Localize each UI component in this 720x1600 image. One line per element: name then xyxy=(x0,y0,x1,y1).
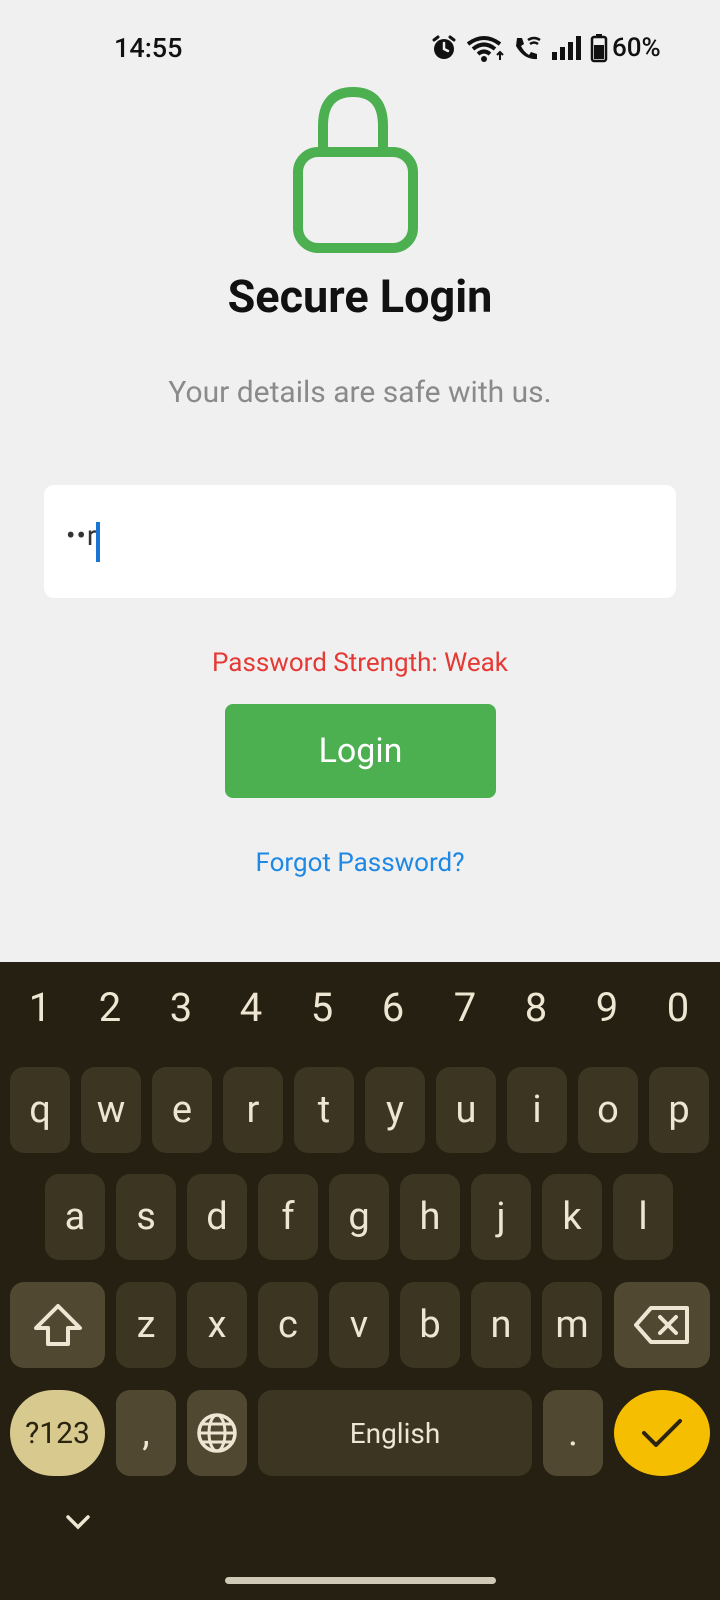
key-m[interactable]: m xyxy=(542,1282,602,1368)
navigation-handle[interactable] xyxy=(225,1577,496,1584)
key-3[interactable]: 3 xyxy=(156,984,206,1031)
checkmark-icon xyxy=(642,1419,682,1447)
key-b[interactable]: b xyxy=(400,1282,460,1368)
key-r[interactable]: r xyxy=(223,1067,283,1153)
key-n[interactable]: n xyxy=(471,1282,531,1368)
key-0[interactable]: 0 xyxy=(653,984,703,1031)
alarm-icon xyxy=(432,35,456,59)
key-f[interactable]: f xyxy=(258,1174,318,1260)
key-w[interactable]: w xyxy=(81,1067,141,1153)
keyboard: 1 2 3 4 5 6 7 8 9 0 q w e r t y u i o p … xyxy=(0,962,720,1600)
language-key[interactable] xyxy=(187,1390,247,1476)
key-p[interactable]: p xyxy=(649,1067,709,1153)
wifi-icon xyxy=(466,36,504,62)
page-title: Secure Login xyxy=(227,270,493,323)
backspace-key[interactable] xyxy=(614,1282,710,1368)
shift-key[interactable] xyxy=(10,1282,105,1368)
key-4[interactable]: 4 xyxy=(226,984,276,1031)
battery-icon xyxy=(590,34,608,63)
shift-icon xyxy=(33,1304,82,1346)
key-7[interactable]: 7 xyxy=(440,984,490,1031)
key-l[interactable]: l xyxy=(613,1174,673,1260)
wifi-call-icon xyxy=(516,36,541,60)
battery-percentage: 60% xyxy=(612,33,661,63)
key-5[interactable]: 5 xyxy=(297,984,347,1031)
status-time: 14:55 xyxy=(114,32,183,64)
key-y[interactable]: y xyxy=(365,1067,425,1153)
symbols-key[interactable]: ?123 xyxy=(10,1390,105,1476)
screen: 14:55 60% Secure Login Your details are … xyxy=(0,0,720,1600)
key-g[interactable]: g xyxy=(329,1174,389,1260)
status-bar: 14:55 60% xyxy=(0,0,720,100)
enter-key[interactable] xyxy=(614,1390,710,1476)
key-2[interactable]: 2 xyxy=(85,984,135,1031)
key-z[interactable]: z xyxy=(116,1282,176,1368)
lock-icon xyxy=(293,86,418,253)
chevron-down-icon[interactable] xyxy=(62,1510,94,1534)
key-x[interactable]: x xyxy=(187,1282,247,1368)
space-key[interactable]: English xyxy=(258,1390,532,1476)
comma-key[interactable]: , xyxy=(116,1390,176,1476)
key-d[interactable]: d xyxy=(187,1174,247,1260)
key-i[interactable]: i xyxy=(507,1067,567,1153)
period-key[interactable]: . xyxy=(543,1390,603,1476)
forgot-password-link[interactable]: Forgot Password? xyxy=(0,848,720,878)
text-cursor xyxy=(96,522,100,562)
key-a[interactable]: a xyxy=(45,1174,105,1260)
key-1[interactable]: 1 xyxy=(15,984,65,1031)
key-v[interactable]: v xyxy=(329,1282,389,1368)
key-9[interactable]: 9 xyxy=(582,984,632,1031)
key-s[interactable]: s xyxy=(116,1174,176,1260)
key-8[interactable]: 8 xyxy=(511,984,561,1031)
globe-icon xyxy=(197,1413,237,1453)
key-c[interactable]: c xyxy=(258,1282,318,1368)
page-subtitle: Your details are safe with us. xyxy=(168,375,552,410)
status-icons: 60% xyxy=(430,30,661,66)
login-button[interactable]: Login xyxy=(225,704,496,798)
key-e[interactable]: e xyxy=(152,1067,212,1153)
password-strength-text: Password Strength: Weak xyxy=(212,648,508,678)
backspace-icon xyxy=(634,1306,689,1344)
key-6[interactable]: 6 xyxy=(368,984,418,1031)
keyboard-number-row: 1 2 3 4 5 6 7 8 9 0 xyxy=(0,984,720,1034)
key-t[interactable]: t xyxy=(294,1067,354,1153)
password-value: ••r xyxy=(66,519,98,552)
key-h[interactable]: h xyxy=(400,1174,460,1260)
key-o[interactable]: o xyxy=(578,1067,638,1153)
password-field[interactable]: ••r xyxy=(44,485,676,598)
signal-icon xyxy=(552,36,581,60)
key-k[interactable]: k xyxy=(542,1174,602,1260)
key-u[interactable]: u xyxy=(436,1067,496,1153)
key-q[interactable]: q xyxy=(10,1067,70,1153)
key-j[interactable]: j xyxy=(471,1174,531,1260)
